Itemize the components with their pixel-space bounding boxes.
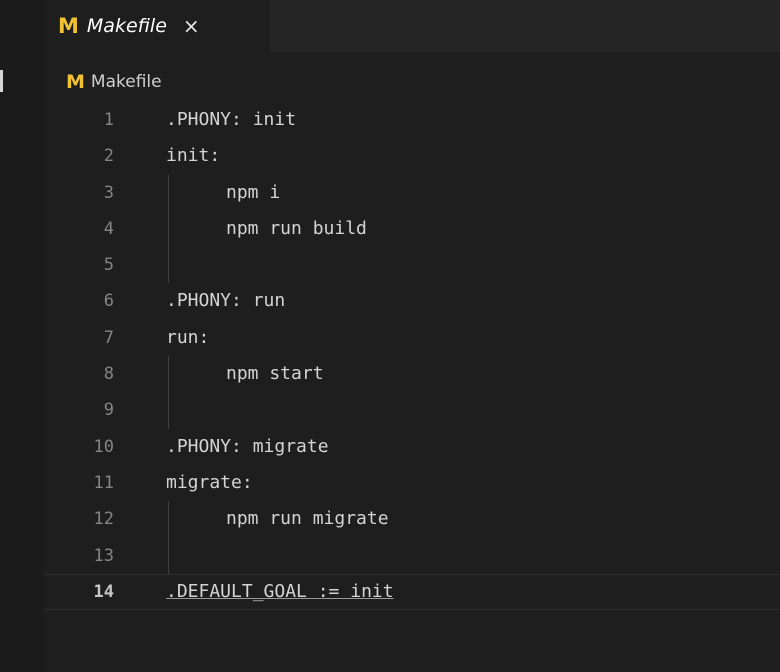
indent-guide — [168, 356, 169, 393]
current-code-line[interactable]: 14 .DEFAULT_GOAL := init — [44, 573, 780, 611]
code-line[interactable]: 4 npm run build — [44, 210, 780, 248]
indent-guide — [168, 537, 169, 574]
code-line[interactable]: 5 — [44, 247, 780, 284]
indent-guide — [168, 501, 169, 538]
indent-guide — [168, 392, 169, 429]
code-text[interactable]: migrate: — [166, 465, 253, 501]
code-line[interactable]: 10 .PHONY: migrate — [44, 429, 780, 465]
line-number: 3 — [103, 182, 114, 203]
tab-makefile[interactable]: M Makefile × — [44, 0, 270, 52]
code-line[interactable]: 9 — [44, 392, 780, 429]
line-number: 8 — [103, 364, 114, 385]
indent-guide — [168, 210, 169, 248]
code-text[interactable]: .PHONY: run — [166, 283, 285, 319]
code-text[interactable]: .PHONY: migrate — [166, 429, 329, 465]
code-text[interactable]: npm i — [226, 175, 280, 211]
code-line[interactable]: 12 npm run migrate — [44, 501, 780, 538]
line-number: 5 — [103, 255, 114, 276]
line-number: 2 — [103, 146, 114, 167]
code-text[interactable]: run: — [166, 320, 209, 356]
line-number: 9 — [103, 400, 114, 421]
activity-strip — [0, 0, 44, 672]
code-text[interactable]: npm run migrate — [226, 501, 389, 537]
makefile-icon: M — [58, 13, 79, 38]
code-line[interactable]: 2 init: — [44, 138, 780, 174]
indent-guide — [168, 174, 169, 211]
code-text[interactable]: npm run build — [226, 211, 367, 247]
makefile-icon: M — [66, 70, 85, 93]
code-line[interactable]: 1 .PHONY: init — [44, 102, 780, 138]
line-number: 4 — [103, 218, 114, 239]
code-line[interactable]: 6 .PHONY: run — [44, 283, 780, 319]
line-number: 14 — [93, 581, 114, 602]
breadcrumb-label[interactable]: Makefile — [91, 72, 162, 92]
activity-indicator — [0, 70, 3, 92]
line-number: 10 — [93, 436, 114, 457]
line-number: 7 — [103, 327, 114, 348]
tab-bar: M Makefile × — [44, 0, 780, 52]
code-line[interactable]: 7 run: — [44, 320, 780, 356]
code-line[interactable]: 13 — [44, 537, 780, 574]
line-number: 11 — [93, 472, 114, 493]
indent-guide — [168, 247, 169, 284]
current-line-highlight — [44, 573, 780, 611]
code-editor[interactable]: 1 .PHONY: init 2 init: 3 npm i 4 npm run… — [44, 102, 780, 642]
code-text[interactable]: .DEFAULT_GOAL := init — [166, 574, 394, 610]
line-number: 13 — [93, 545, 114, 566]
code-text[interactable]: npm start — [226, 356, 324, 392]
breadcrumb[interactable]: M Makefile — [66, 67, 162, 97]
line-number: 12 — [93, 509, 114, 530]
tab-label: Makefile — [86, 15, 167, 37]
line-number: 6 — [103, 291, 114, 312]
code-line[interactable]: 8 npm start — [44, 356, 780, 393]
code-line[interactable]: 11 migrate: — [44, 465, 780, 501]
line-number: 1 — [103, 110, 114, 130]
close-icon[interactable]: × — [183, 16, 200, 36]
editor-window: M Makefile × M Makefile 1 .PHONY: init 2… — [0, 0, 780, 672]
code-line[interactable]: 3 npm i — [44, 174, 780, 211]
code-text[interactable]: init: — [166, 138, 220, 174]
code-text[interactable]: .PHONY: init — [166, 102, 296, 138]
